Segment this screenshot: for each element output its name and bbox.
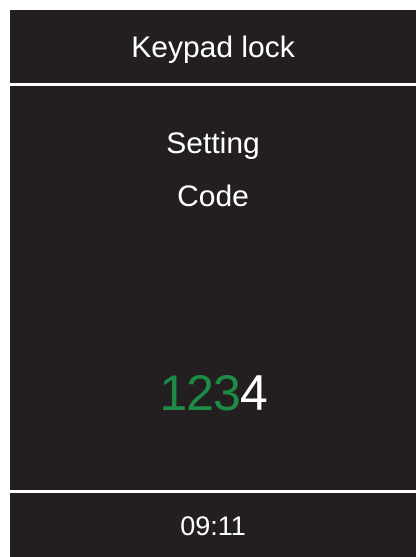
clock-time: 09:11 bbox=[180, 511, 246, 541]
status-message-line-1: Setting bbox=[166, 127, 260, 160]
screen-title: Keypad lock bbox=[131, 31, 295, 64]
footer-divider bbox=[10, 490, 416, 493]
code-entered-digits: 123 bbox=[159, 365, 240, 421]
code-current-digit: 4 bbox=[239, 365, 268, 421]
header-divider bbox=[10, 83, 416, 86]
status-message-line-2: Code bbox=[177, 180, 249, 213]
device-screen: Keypad lock Setting Code 1234 09:11 bbox=[10, 10, 416, 557]
code-display: 1234 bbox=[10, 365, 416, 421]
